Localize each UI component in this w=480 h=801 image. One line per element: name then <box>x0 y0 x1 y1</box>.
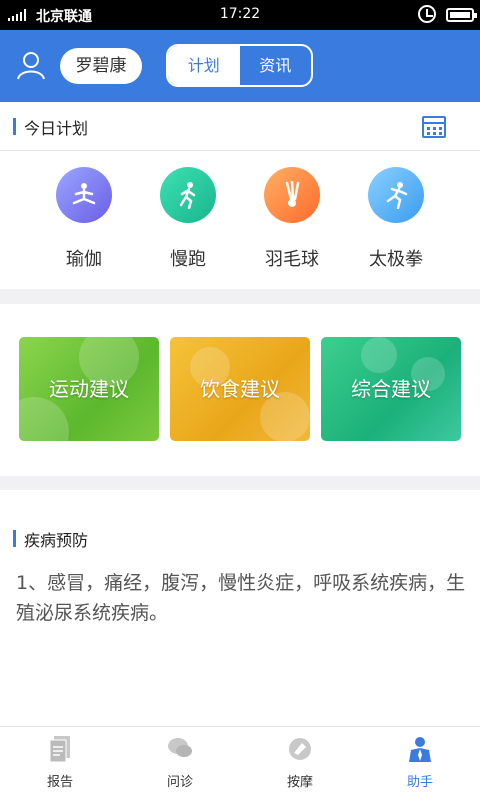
tab-massage[interactable]: 按摩 <box>240 727 360 801</box>
divider <box>0 150 480 151</box>
disease-header: 疾病预防 <box>0 514 480 562</box>
activity-taichi[interactable]: 太极拳 <box>348 167 444 271</box>
activity-yoga[interactable]: 瑜伽 <box>36 167 132 271</box>
tab-consult[interactable]: 问诊 <box>120 727 240 801</box>
disease-content: 1、感冒，痛经，腹泻，慢性炎症，呼吸系统疾病，生殖泌尿系统疾病。 <box>16 572 466 624</box>
massage-icon <box>289 738 311 760</box>
bottom-tab-bar: 报告 问诊 按摩 助手 <box>0 726 480 800</box>
tab-news[interactable]: 资讯 <box>240 46 312 85</box>
tab-plan[interactable]: 计划 <box>168 46 240 85</box>
tab-report[interactable]: 报告 <box>0 727 120 801</box>
user-avatar-icon[interactable] <box>16 50 46 80</box>
today-plan-title: 今日计划 <box>24 119 89 138</box>
status-bar: 北京联通 17:22 <box>0 0 480 30</box>
section-marker <box>13 530 16 547</box>
tab-label: 助手 <box>406 775 433 790</box>
jogging-icon <box>160 167 216 223</box>
card-label: 综合建议 <box>351 377 431 401</box>
activity-label: 羽毛球 <box>265 249 319 270</box>
tab-assistant[interactable]: 助手 <box>360 727 480 801</box>
activity-jogging[interactable]: 慢跑 <box>140 167 236 271</box>
section-gap <box>0 289 480 304</box>
taichi-icon <box>368 167 424 223</box>
today-plan-header: 今日计划 <box>0 102 480 150</box>
alarm-icon <box>418 5 436 23</box>
section-marker <box>13 118 16 135</box>
activity-badminton[interactable]: 羽毛球 <box>244 167 340 271</box>
card-label: 饮食建议 <box>200 377 280 401</box>
view-segment: 计划 资讯 <box>166 44 313 87</box>
exercise-advice-card[interactable]: 运动建议 <box>19 337 159 441</box>
tab-label: 按摩 <box>286 775 313 790</box>
battery-icon <box>446 8 477 22</box>
activity-label: 瑜伽 <box>66 249 102 270</box>
activity-label: 太极拳 <box>369 249 423 270</box>
app-header: 罗碧康 计划 资讯 <box>0 30 480 102</box>
report-icon <box>49 736 70 763</box>
activity-label: 慢跑 <box>170 249 206 270</box>
user-name-button[interactable]: 罗碧康 <box>60 48 142 84</box>
yoga-icon <box>56 167 112 223</box>
calendar-icon[interactable] <box>422 116 446 138</box>
general-advice-card[interactable]: 综合建议 <box>321 337 461 441</box>
tab-label: 报告 <box>46 775 73 790</box>
card-label: 运动建议 <box>49 377 129 401</box>
badminton-icon <box>264 167 320 223</box>
section-gap <box>0 476 480 490</box>
disease-title: 疾病预防 <box>24 531 89 550</box>
assistant-icon <box>409 737 431 762</box>
clock: 17:22 <box>219 6 261 22</box>
consult-icon <box>168 738 192 757</box>
diet-advice-card[interactable]: 饮食建议 <box>170 337 310 441</box>
tab-label: 问诊 <box>166 775 193 790</box>
